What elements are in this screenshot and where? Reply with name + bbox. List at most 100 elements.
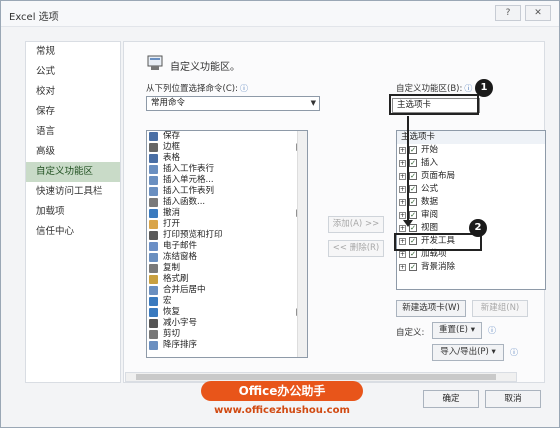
callout-box-main-tabs: [389, 94, 479, 115]
command-label: 电子邮件: [163, 241, 198, 251]
cancel-button[interactable]: 取消: [485, 390, 541, 408]
command-item[interactable]: 复制: [147, 263, 307, 274]
window-title: Excel 选项: [9, 12, 59, 23]
command-icon: [149, 330, 158, 339]
ribbon-tab-item[interactable]: + ✓ 插入: [397, 157, 545, 170]
command-item[interactable]: 降序排序: [147, 340, 307, 351]
command-item[interactable]: 插入函数...: [147, 197, 307, 208]
sidebar-item[interactable]: 加载项: [26, 202, 120, 222]
annotation-arrow-line: [407, 116, 409, 222]
info-icon: ⓘ: [510, 348, 518, 357]
ribbon-tab-item[interactable]: + ✓ 开始: [397, 144, 545, 157]
command-item[interactable]: 冻结窗格▸: [147, 252, 307, 263]
command-label: 插入函数...: [163, 197, 206, 207]
remove-button[interactable]: << 删除(R): [328, 240, 384, 257]
tab-checkbox[interactable]: ✓: [409, 263, 417, 271]
expand-icon[interactable]: +: [399, 173, 406, 180]
command-item[interactable]: 插入工作表列: [147, 186, 307, 197]
tab-label: 公式: [421, 184, 439, 194]
command-label: 冻结窗格: [163, 252, 198, 262]
ok-button[interactable]: 确定: [423, 390, 479, 408]
expand-icon[interactable]: +: [399, 147, 406, 154]
command-item[interactable]: 撤消|▸: [147, 208, 307, 219]
new-tab-button[interactable]: 新建选项卡(W): [396, 300, 466, 317]
ribbon-tabs-tree[interactable]: 主选项卡 + ✓ 开始 + ✓ 插入 + ✓ 页面布局 + ✓ 公式 + ✓ 数据 + ✓ 审阅 + ✓ 视图 + ✓ 开发工…: [396, 130, 546, 290]
import-export-button[interactable]: 导入/导出(P) ▾: [432, 344, 504, 361]
command-item[interactable]: 插入工作表行: [147, 164, 307, 175]
command-label: 降序排序: [163, 340, 198, 350]
ribbon-tab-item[interactable]: + ✓ 数据: [397, 196, 545, 209]
tab-checkbox[interactable]: ✓: [409, 198, 417, 206]
tab-label: 背景消除: [421, 262, 456, 272]
reset-button[interactable]: 重置(E) ▾: [432, 322, 482, 339]
command-item[interactable]: 电子邮件: [147, 241, 307, 252]
tab-checkbox[interactable]: ✓: [409, 159, 417, 167]
sidebar-item[interactable]: 公式: [26, 62, 120, 82]
help-button[interactable]: ?: [495, 5, 521, 21]
tab-checkbox[interactable]: ✓: [409, 172, 417, 180]
sidebar-item[interactable]: 校对: [26, 82, 120, 102]
watermark-logo: Office办公助手: [201, 381, 363, 401]
command-label: 撤消: [163, 208, 181, 218]
ribbon-tab-item[interactable]: + ✓ 页面布局: [397, 170, 545, 183]
step-badge-1: 1: [475, 79, 493, 97]
close-button[interactable]: ✕: [525, 5, 551, 21]
expand-icon[interactable]: +: [399, 264, 406, 271]
command-label: 打印预览和打印: [163, 230, 223, 240]
ribbon-tab-item[interactable]: + ✓ 公式: [397, 183, 545, 196]
command-item[interactable]: 恢复|▸: [147, 307, 307, 318]
ribbon-tab-item[interactable]: + ✓ 审阅: [397, 209, 545, 222]
commands-source-value: 常用命令: [151, 98, 186, 108]
add-button[interactable]: 添加(A) >>: [328, 216, 384, 233]
tree-header: 主选项卡: [397, 131, 545, 144]
custom-label: 自定义:: [396, 328, 425, 338]
tab-label: 数据: [421, 197, 439, 207]
choose-commands-text: 从下列位置选择命令(C):: [146, 84, 238, 94]
command-item[interactable]: 剪切: [147, 329, 307, 340]
sidebar-item[interactable]: 信任中心: [26, 222, 120, 242]
commands-list-scrollbar[interactable]: [297, 131, 307, 357]
expand-icon[interactable]: +: [399, 199, 406, 206]
expand-icon[interactable]: +: [399, 212, 406, 219]
sidebar-item[interactable]: 常规: [26, 42, 120, 62]
expand-icon[interactable]: +: [399, 160, 406, 167]
command-icon: [149, 209, 158, 218]
scrollbar-thumb[interactable]: [136, 374, 496, 380]
command-icon: [149, 154, 158, 163]
command-item[interactable]: 减小字号: [147, 318, 307, 329]
commands-list[interactable]: 保存边框|▸表格插入工作表行插入单元格...插入工作表列插入函数...撤消|▸打…: [146, 130, 308, 358]
expand-icon[interactable]: +: [399, 186, 406, 193]
tab-checkbox[interactable]: ✓: [409, 250, 417, 258]
tab-label: 插入: [421, 158, 439, 168]
command-item[interactable]: 插入单元格...: [147, 175, 307, 186]
command-item[interactable]: 打开: [147, 219, 307, 230]
tab-checkbox[interactable]: ✓: [409, 211, 417, 219]
sidebar-item[interactable]: 保存: [26, 102, 120, 122]
sidebar-item[interactable]: 快速访问工具栏: [26, 182, 120, 202]
command-icon: [149, 242, 158, 251]
command-item[interactable]: 打印预览和打印: [147, 230, 307, 241]
command-label: 打开: [163, 219, 181, 229]
command-label: 宏: [163, 296, 172, 306]
tab-label: 开始: [421, 145, 439, 155]
ribbon-tab-item[interactable]: + ✓ 背景消除: [397, 261, 545, 274]
tab-checkbox[interactable]: ✓: [409, 185, 417, 193]
command-label: 插入单元格...: [163, 175, 214, 185]
command-item[interactable]: 保存: [147, 131, 307, 142]
sidebar-item[interactable]: 高级: [26, 142, 120, 162]
command-item[interactable]: 边框|▸: [147, 142, 307, 153]
tab-checkbox[interactable]: ✓: [409, 146, 417, 154]
chevron-down-icon: ▼: [310, 99, 316, 107]
annotation-arrow-head: [403, 220, 413, 227]
command-item[interactable]: 宏▸: [147, 296, 307, 307]
new-group-button[interactable]: 新建组(N): [472, 300, 528, 317]
title-bar: Excel 选项 ? ✕: [1, 1, 559, 27]
command-item[interactable]: 合并后居中: [147, 285, 307, 296]
customize-ribbon-label: 自定义功能区(B): ⓘ: [396, 82, 472, 94]
commands-source-dropdown[interactable]: 常用命令 ▼: [146, 96, 320, 111]
command-item[interactable]: 表格: [147, 153, 307, 164]
command-item[interactable]: 格式刷: [147, 274, 307, 285]
expand-icon[interactable]: +: [399, 251, 406, 258]
sidebar-item[interactable]: 语言: [26, 122, 120, 142]
sidebar-item[interactable]: 自定义功能区: [26, 162, 120, 182]
